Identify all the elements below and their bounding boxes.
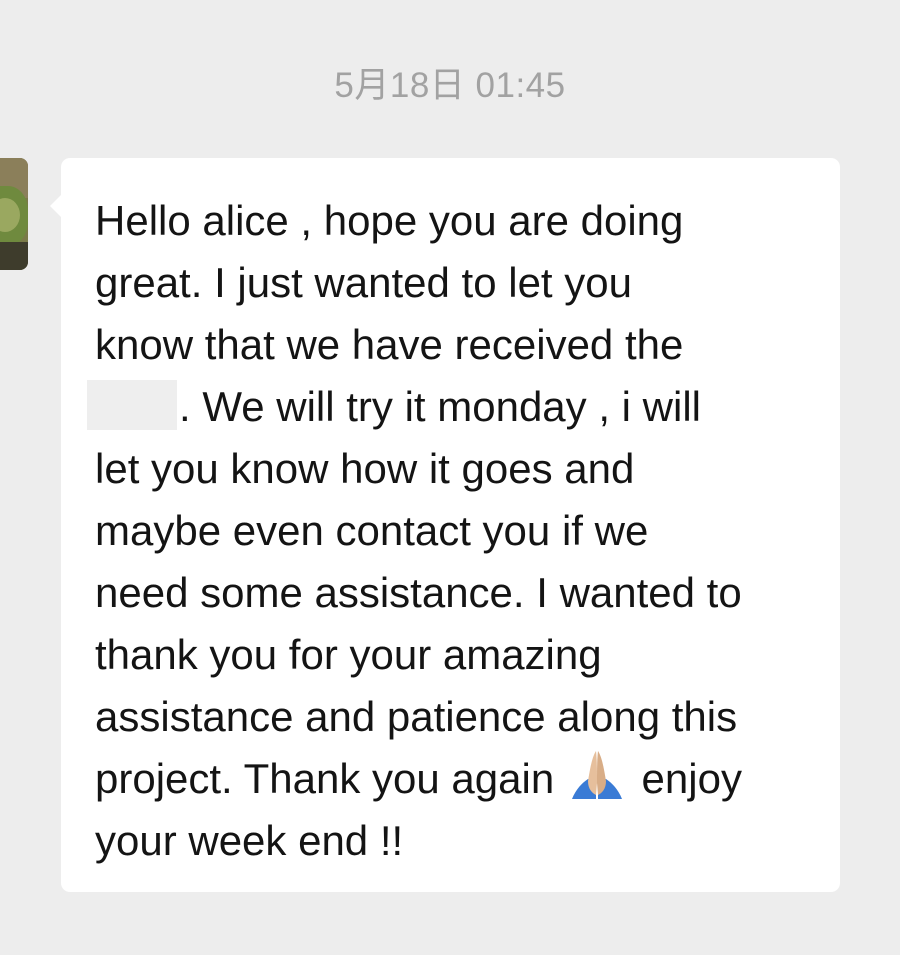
message-line: Hello alice , hope you are doing xyxy=(95,197,684,244)
message-line: assistance and patience along this xyxy=(95,693,738,740)
redacted-text-block xyxy=(87,380,177,430)
message-timestamp: 5月18日 01:45 xyxy=(334,66,566,105)
message-line: need some assistance. I wanted to xyxy=(95,569,742,616)
message-line: let you know how it goes and xyxy=(95,445,635,492)
message-line: know that we have received the xyxy=(95,321,684,368)
message-line-text: project. Thank you again xyxy=(95,755,555,802)
message-line: your week end !! xyxy=(95,817,404,864)
message-line-with-emoji: project. Thank you again enjoy xyxy=(95,748,830,810)
message-line-with-redaction: . We will try it monday , i will xyxy=(87,376,830,438)
sender-avatar[interactable] xyxy=(0,158,28,270)
message-line-text: enjoy xyxy=(641,755,742,802)
message-bubble[interactable]: Hello alice , hope you are doing great. … xyxy=(50,158,840,892)
message-line: thank you for your amazing xyxy=(95,631,602,678)
folded-hands-emoji-icon xyxy=(571,751,622,799)
message-line: maybe even contact you if we xyxy=(95,507,649,554)
message-line: great. I just wanted to let you xyxy=(95,259,632,306)
bubble-tail xyxy=(50,194,62,218)
message-line-text: . We will try it monday , i will xyxy=(179,383,701,430)
